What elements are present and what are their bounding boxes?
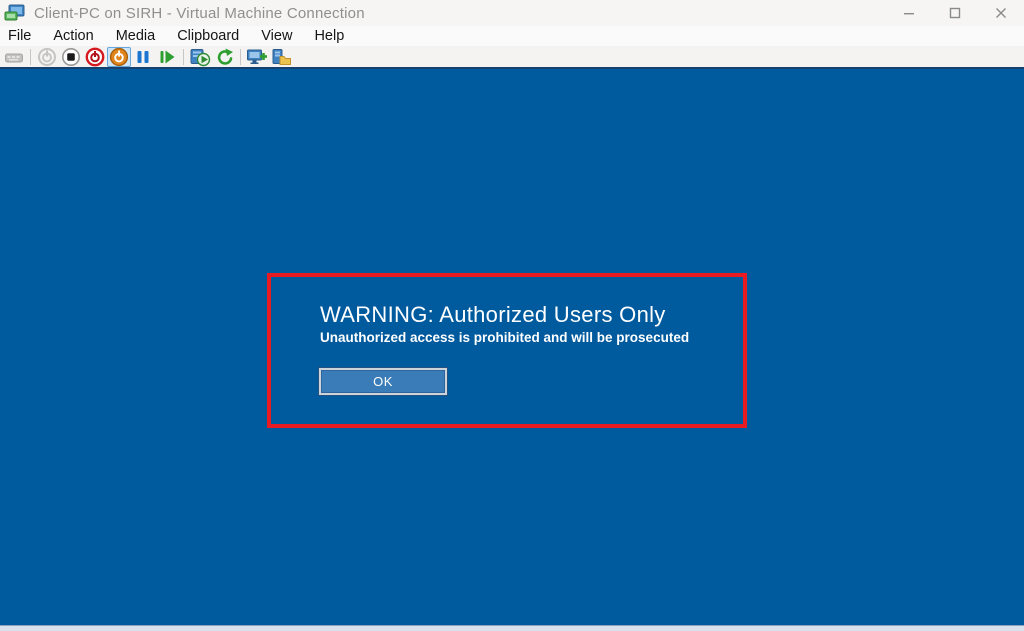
warning-heading: WARNING: Authorized Users Only: [320, 302, 666, 328]
window-bottom-edge: [0, 625, 1024, 631]
menu-clipboard[interactable]: Clipboard: [177, 28, 249, 44]
toolbar-enhanced-session-button[interactable]: [245, 47, 269, 67]
toolbar-start-button[interactable]: [35, 47, 59, 67]
toolbar-reset-button[interactable]: [155, 47, 179, 67]
stop-icon: [61, 47, 81, 67]
close-button[interactable]: [978, 0, 1024, 26]
toolbar-turn-off-button[interactable]: [59, 47, 83, 67]
toolbar-save-button[interactable]: [107, 47, 131, 67]
maximize-button[interactable]: [932, 0, 978, 26]
toolbar: [0, 46, 1024, 67]
server-folder-icon: [270, 47, 292, 67]
toolbar-ctrl-alt-del-button[interactable]: [2, 47, 26, 67]
close-icon: [995, 7, 1007, 19]
minimize-button[interactable]: [886, 0, 932, 26]
toolbar-separator: [183, 49, 184, 65]
monitor-plus-icon: [246, 47, 268, 67]
toolbar-separator: [240, 49, 241, 65]
toolbar-pause-button[interactable]: [131, 47, 155, 67]
toolbar-revert-button[interactable]: [212, 47, 236, 67]
toolbar-checkpoint-button[interactable]: [188, 47, 212, 67]
window-controls: [886, 0, 1024, 26]
shutdown-power-icon: [85, 47, 105, 67]
vmconnect-window: Client-PC on SIRH - Virtual Machine Conn…: [0, 0, 1024, 631]
server-checkpoint-icon: [189, 47, 211, 67]
menu-view[interactable]: View: [261, 28, 302, 44]
hyperv-vm-icon: [4, 4, 26, 22]
orange-power-icon: [109, 47, 129, 67]
titlebar: Client-PC on SIRH - Virtual Machine Conn…: [0, 0, 1024, 26]
maximize-icon: [949, 7, 961, 19]
window-title: Client-PC on SIRH - Virtual Machine Conn…: [34, 5, 365, 22]
step-play-icon: [157, 47, 177, 67]
menubar: File Action Media Clipboard View Help: [0, 26, 1024, 46]
minimize-icon: [903, 7, 915, 19]
menu-action[interactable]: Action: [53, 28, 103, 44]
toolbar-share-button[interactable]: [269, 47, 293, 67]
revert-arrow-icon: [214, 47, 234, 67]
keyboard-icon: [4, 47, 24, 67]
menu-media[interactable]: Media: [116, 28, 166, 44]
menu-help[interactable]: Help: [314, 28, 354, 44]
toolbar-shut-down-button[interactable]: [83, 47, 107, 67]
power-icon: [37, 47, 57, 67]
warning-subtext: Unauthorized access is prohibited and wi…: [320, 330, 689, 345]
vm-display: [0, 67, 1024, 625]
ok-button[interactable]: OK: [319, 368, 447, 395]
pause-icon: [133, 47, 153, 67]
menu-file[interactable]: File: [8, 28, 41, 44]
toolbar-separator: [30, 49, 31, 65]
